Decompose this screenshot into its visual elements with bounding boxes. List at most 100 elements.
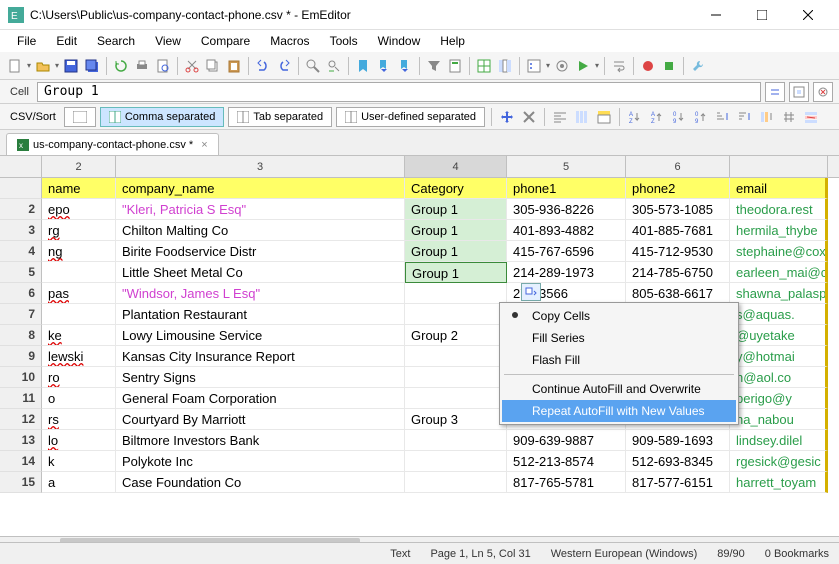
sort-az-down-icon[interactable]: AZ	[626, 108, 644, 126]
minimize-button[interactable]	[693, 0, 739, 30]
cell[interactable]: theodora.rest	[730, 199, 828, 220]
menu-file[interactable]: File	[8, 32, 45, 50]
cell[interactable]: 817-577-6151	[626, 472, 730, 493]
cell[interactable]: "Windsor, James L Esq"	[116, 283, 405, 304]
cell[interactable]: hermila_thybe	[730, 220, 828, 241]
close-button[interactable]	[785, 0, 831, 30]
cell[interactable]	[42, 304, 116, 325]
cell[interactable]: 305-936-8226	[507, 199, 626, 220]
cross-icon[interactable]	[520, 108, 538, 126]
cell[interactable]: 214-785-6750	[626, 262, 730, 283]
row-number[interactable]: 4	[0, 241, 42, 262]
row-number[interactable]: 5	[0, 262, 42, 283]
file-tab[interactable]: x us-company-contact-phone.csv * ×	[6, 133, 219, 155]
cell[interactable]	[405, 472, 507, 493]
maximize-button[interactable]	[739, 0, 785, 30]
tab-separated-button[interactable]: Tab separated	[228, 107, 332, 127]
menu-search[interactable]: Search	[88, 32, 144, 50]
reload-icon[interactable]	[112, 57, 130, 75]
cell[interactable]: rgesick@gesic	[730, 451, 828, 472]
sort-len-up-icon[interactable]	[736, 108, 754, 126]
cell[interactable]: 909-639-9887	[507, 430, 626, 451]
prev-bookmark-icon[interactable]	[375, 57, 393, 75]
header-icon[interactable]	[595, 108, 613, 126]
cell[interactable]: Group 1	[405, 241, 507, 262]
cellbar-btn-3[interactable]	[813, 82, 833, 102]
cell[interactable]: stephaine@cox	[730, 241, 828, 262]
cell[interactable]: Group 2	[405, 325, 507, 346]
cell[interactable]: Kansas City Insurance Report	[116, 346, 405, 367]
header-cell[interactable]: Category	[405, 178, 507, 199]
cell[interactable]	[405, 304, 507, 325]
menu-fill-series[interactable]: Fill Series	[502, 327, 736, 349]
print-preview-icon[interactable]	[154, 57, 172, 75]
cell[interactable]: 415-712-9530	[626, 241, 730, 262]
cell[interactable]: Group 3	[405, 409, 507, 430]
record-icon[interactable]	[639, 57, 657, 75]
cell[interactable]: lewski	[42, 346, 116, 367]
cell[interactable]: Chilton Malting Co	[116, 220, 405, 241]
sort-09-down-icon[interactable]: 09	[670, 108, 688, 126]
open-icon[interactable]	[34, 57, 52, 75]
cell[interactable]	[42, 262, 116, 283]
row-number[interactable]: 10	[0, 367, 42, 388]
sort-len-down-icon[interactable]	[714, 108, 732, 126]
cell-value-input[interactable]	[37, 82, 761, 102]
cell[interactable]: Little Sheet Metal Co	[116, 262, 405, 283]
cell[interactable]	[405, 388, 507, 409]
menu-macros[interactable]: Macros	[261, 32, 318, 50]
cell[interactable]: y@hotmai	[730, 346, 828, 367]
columns-tool-icon[interactable]	[573, 108, 591, 126]
row-number[interactable]: 6	[0, 283, 42, 304]
cell[interactable]: s@aquas.	[730, 304, 828, 325]
normal-mode-button[interactable]	[64, 107, 96, 127]
align-left-icon[interactable]	[551, 108, 569, 126]
cell[interactable]: Lowy Limousine Service	[116, 325, 405, 346]
cell[interactable]: ng	[42, 241, 116, 262]
cell[interactable]: 817-765-5781	[507, 472, 626, 493]
cell[interactable]: 805-638-6617	[626, 283, 730, 304]
menu-tools[interactable]: Tools	[321, 32, 367, 50]
cell[interactable]: 401-885-7681	[626, 220, 730, 241]
sort-az-up-icon[interactable]: AZ	[648, 108, 666, 126]
cell[interactable]: Birite Foodservice Distr	[116, 241, 405, 262]
row-number[interactable]: 8	[0, 325, 42, 346]
hash-icon[interactable]	[780, 108, 798, 126]
row-number[interactable]: 14	[0, 451, 42, 472]
print-icon[interactable]	[133, 57, 151, 75]
cell[interactable]: na_nabou	[730, 409, 828, 430]
row-number[interactable]: 11	[0, 388, 42, 409]
tab-close-icon[interactable]: ×	[201, 139, 207, 151]
cell[interactable]: Polykote Inc	[116, 451, 405, 472]
row-number[interactable]: 7	[0, 304, 42, 325]
cell[interactable]: 415-767-6596	[507, 241, 626, 262]
cell[interactable]: earleen_mai@c	[730, 262, 828, 283]
menu-compare[interactable]: Compare	[192, 32, 259, 50]
cell[interactable]: @uyetake	[730, 325, 828, 346]
cell[interactable]: Case Foundation Co	[116, 472, 405, 493]
col-header[interactable]: 6	[626, 156, 730, 177]
redo-icon[interactable]	[275, 57, 293, 75]
cell[interactable]: ro	[42, 367, 116, 388]
cell[interactable]	[405, 430, 507, 451]
header-cell[interactable]: phone1	[507, 178, 626, 199]
cell[interactable]: lo	[42, 430, 116, 451]
csv-mode-icon[interactable]	[475, 57, 493, 75]
bookmark-icon[interactable]	[354, 57, 372, 75]
cell[interactable]: Group 1	[405, 199, 507, 220]
cell[interactable]: harrett_toyam	[730, 472, 828, 493]
tool-icon[interactable]	[689, 57, 707, 75]
delete-dup-icon[interactable]	[802, 108, 820, 126]
copy-icon[interactable]	[204, 57, 222, 75]
cell[interactable]: Group 1	[405, 220, 507, 241]
replace-icon[interactable]	[325, 57, 343, 75]
col-header[interactable]: 4	[405, 156, 507, 177]
cell[interactable]	[405, 283, 507, 304]
col-header[interactable]: 5	[507, 156, 626, 177]
row-number[interactable]: 13	[0, 430, 42, 451]
col-header[interactable]: 3	[116, 156, 405, 177]
find-icon[interactable]	[304, 57, 322, 75]
cell[interactable]: Group 1	[405, 262, 507, 283]
cell[interactable]: k	[42, 451, 116, 472]
cellbar-btn-1[interactable]	[765, 82, 785, 102]
